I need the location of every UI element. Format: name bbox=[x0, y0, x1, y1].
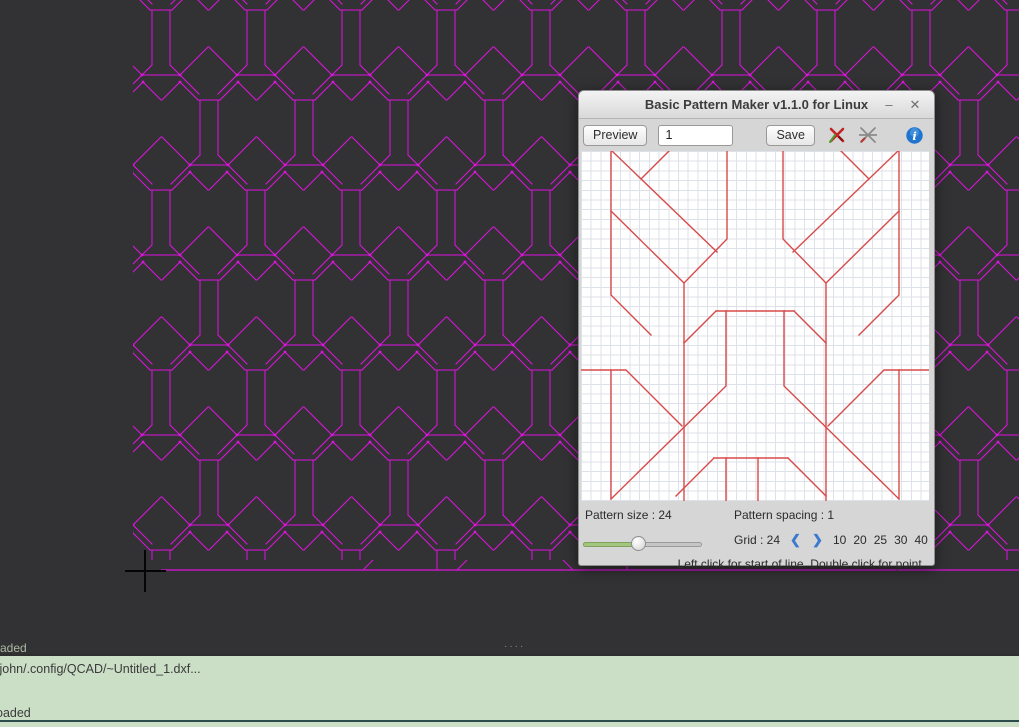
console-output-panel: /john/.config/QCAD/~Untitled_1.dxf... oa… bbox=[0, 654, 1019, 720]
pattern-spacing-label: Pattern spacing : 1 bbox=[734, 508, 834, 522]
pattern-maker-dialog: Basic Pattern Maker v1.1.0 for Linux – ✕… bbox=[578, 90, 935, 566]
dialog-toolbar: Preview Save i bbox=[579, 119, 934, 151]
dialog-titlebar[interactable]: Basic Pattern Maker v1.1.0 for Linux – ✕ bbox=[579, 91, 934, 119]
grid-option-20[interactable]: 20 bbox=[853, 533, 866, 547]
dialog-title: Basic Pattern Maker v1.1.0 for Linux bbox=[645, 97, 868, 112]
draw-line-tool-icon[interactable] bbox=[859, 126, 877, 144]
save-button[interactable]: Save bbox=[766, 125, 815, 146]
grid-label: Grid : 24 bbox=[734, 533, 780, 547]
preview-button[interactable]: Preview bbox=[583, 125, 647, 146]
grid-next-arrow[interactable]: ❯ bbox=[812, 532, 823, 548]
info-icon[interactable]: i bbox=[906, 127, 923, 144]
grid-prev-arrow[interactable]: ❮ bbox=[790, 532, 801, 548]
scrollbar-grip-dots[interactable]: ···· bbox=[504, 641, 525, 652]
pattern-preview-canvas[interactable] bbox=[581, 151, 929, 501]
grid-option-40[interactable]: 40 bbox=[914, 533, 927, 547]
console-loaded-line: oaded bbox=[0, 706, 31, 720]
svg-text:i: i bbox=[912, 129, 916, 143]
pattern-size-label: Pattern size : 24 bbox=[585, 508, 672, 522]
console-bottom-strip bbox=[0, 722, 1019, 727]
grid-option-30[interactable]: 30 bbox=[894, 533, 907, 547]
grid-option-10[interactable]: 10 bbox=[833, 533, 846, 547]
usage-hint: Left click for start of line. Double cli… bbox=[579, 557, 930, 571]
clear-pattern-icon[interactable] bbox=[828, 126, 846, 144]
minimize-button[interactable]: – bbox=[878, 95, 900, 115]
crosshair-cursor-vertical bbox=[144, 550, 146, 592]
grid-size-options: 10 20 25 30 40 bbox=[833, 533, 928, 547]
close-button[interactable]: ✕ bbox=[904, 95, 926, 115]
grid-option-25[interactable]: 25 bbox=[874, 533, 887, 547]
preview-pattern-lines bbox=[581, 151, 929, 501]
console-clipped-line: aded bbox=[0, 641, 27, 655]
slider-handle[interactable] bbox=[631, 536, 646, 551]
pattern-size-slider[interactable] bbox=[583, 537, 702, 551]
console-file-path: /john/.config/QCAD/~Untitled_1.dxf... bbox=[0, 662, 201, 676]
repeat-count-input[interactable] bbox=[658, 125, 733, 146]
